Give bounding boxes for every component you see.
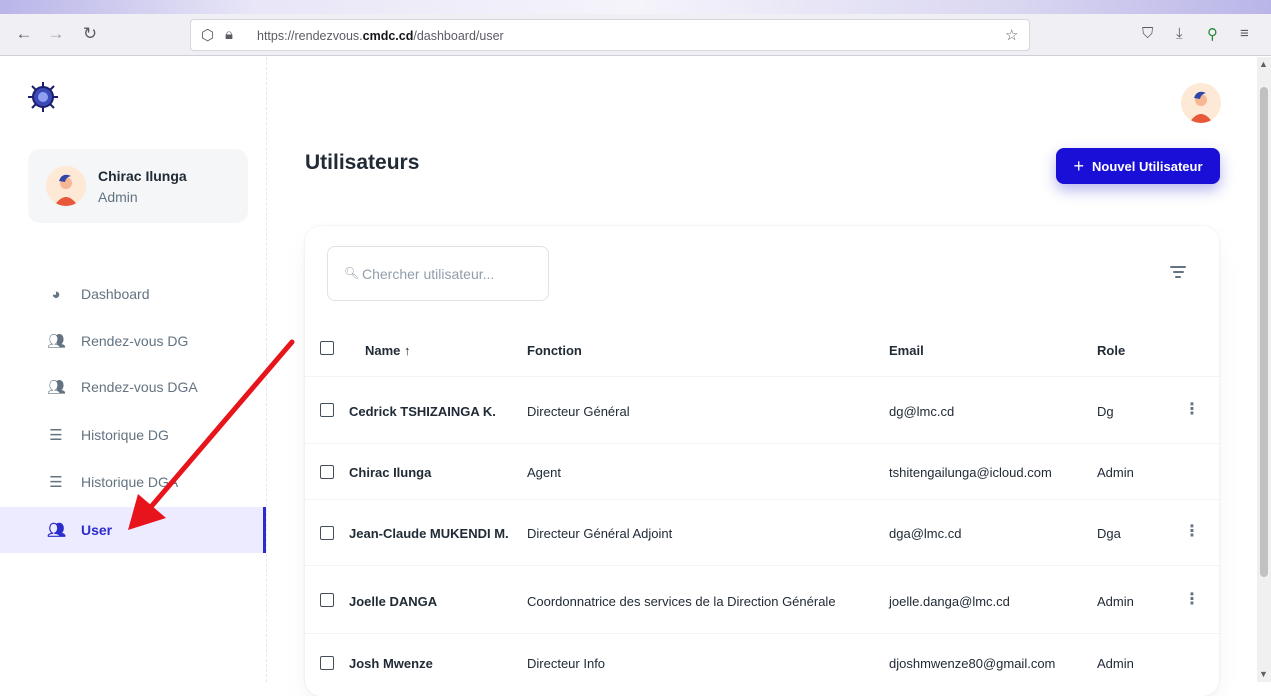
search-icon: 🔍︎ — [344, 266, 360, 280]
row-fonction: Directeur Général — [527, 404, 630, 419]
url-bar[interactable]: ⬡ 🔒︎ https://rendezvous.cmdc.cd/dashboar… — [190, 19, 1030, 51]
download-icon[interactable]: ⤓ — [1176, 25, 1183, 42]
row-email: dga@lmc.cd — [889, 526, 962, 541]
hamburger-menu-icon[interactable]: ≡ — [1240, 25, 1249, 42]
row-checkbox[interactable] — [320, 403, 334, 417]
row-name: Joelle DANGA — [349, 594, 438, 609]
row-role: Admin — [1097, 465, 1134, 480]
table-row[interactable]: Joelle DANGA Coordonnatrice des services… — [305, 566, 1219, 634]
row-checkbox[interactable] — [320, 465, 334, 479]
sidebar-item-label: Rendez-vous DG — [81, 333, 189, 349]
reload-icon[interactable]: ↻ — [80, 24, 100, 44]
sidebar-item-dashboard[interactable]: ◕ Dashboard — [0, 271, 266, 317]
sidebar-item-rendez-vous-dg[interactable]: 👥︎ Rendez-vous DG — [0, 318, 266, 364]
table-row[interactable]: Chirac Ilunga Agent tshitengailunga@iclo… — [305, 444, 1219, 500]
list-icon: ☰ — [49, 474, 63, 491]
row-email: joelle.danga@lmc.cd — [889, 594, 1010, 609]
row-email: djoshmwenze80@gmail.com — [889, 656, 1056, 671]
row-role: Admin — [1097, 656, 1134, 671]
account-card[interactable]: Chirac Ilunga Admin — [28, 149, 248, 223]
row-checkbox[interactable] — [320, 593, 334, 607]
row-checkbox[interactable] — [320, 656, 334, 670]
table-header: Name ↑ Fonction Email Role — [305, 323, 1219, 377]
people-icon: 👥︎ — [47, 379, 67, 396]
row-checkbox[interactable] — [320, 526, 334, 540]
extension-icon[interactable]: ⚲ — [1207, 25, 1218, 43]
column-header-fonction[interactable]: Fonction — [527, 343, 582, 358]
sidebar-item-historique-dg[interactable]: ☰ Historique DG — [0, 412, 266, 458]
pocket-icon[interactable]: ⛉ — [1142, 25, 1153, 42]
row-fonction: Directeur Info — [527, 656, 606, 671]
scroll-down-icon[interactable]: ▼ — [1259, 669, 1268, 679]
row-fonction: Coordonnatrice des services de la Direct… — [527, 594, 836, 609]
browser-toolbar: ← → ↻ ⬡ 🔒︎ https://rendezvous.cmdc.cd/da… — [0, 0, 1271, 56]
column-header-name[interactable]: Name ↑ — [365, 343, 411, 358]
logo-icon — [28, 82, 58, 112]
row-email: dg@lmc.cd — [889, 404, 955, 419]
sidebar-item-label: Dashboard — [81, 286, 150, 302]
people-icon: 👥︎ — [47, 333, 67, 350]
sidebar: Chirac Ilunga Admin ◕ Dashboard 👥︎ Rende… — [0, 57, 267, 682]
more-vertical-icon[interactable]: ⋮ — [1184, 402, 1200, 418]
column-header-role[interactable]: Role — [1097, 343, 1125, 358]
row-role: Admin — [1097, 594, 1134, 609]
page-title: Utilisateurs — [305, 151, 420, 174]
row-name: Chirac Ilunga — [349, 465, 432, 480]
people-icon: 👥︎ — [47, 522, 67, 539]
select-all-checkbox[interactable] — [320, 341, 334, 355]
plus-icon: + — [1073, 155, 1084, 176]
row-name: Jean-Claude MUKENDI M. — [349, 526, 509, 541]
sidebar-item-label: Historique DGA — [81, 474, 179, 490]
user-avatar[interactable] — [1181, 83, 1221, 123]
url-text: https://rendezvous.cmdc.cd/dashboard/use… — [257, 29, 504, 43]
table-row[interactable]: Cedrick TSHIZAINGA K. Directeur Général … — [305, 377, 1219, 444]
scrollbar-thumb[interactable] — [1260, 87, 1268, 577]
sidebar-item-label: User — [81, 522, 113, 538]
column-header-email[interactable]: Email — [889, 343, 924, 358]
row-fonction: Agent — [527, 465, 561, 480]
row-name: Cedrick TSHIZAINGA K. — [349, 404, 496, 419]
sidebar-item-label: Historique DG — [81, 427, 169, 443]
new-user-button-label: Nouvel Utilisateur — [1091, 158, 1203, 174]
filter-icon[interactable] — [1170, 266, 1186, 280]
lock-icon[interactable]: 🔒︎ — [225, 26, 233, 43]
browser-tab-strip — [0, 0, 1271, 14]
list-icon: ☰ — [49, 427, 63, 444]
pie-chart-icon: ◕ — [51, 285, 61, 303]
sidebar-item-user[interactable]: 👥︎ User — [0, 507, 266, 553]
row-email: tshitengailunga@icloud.com — [889, 465, 1052, 480]
users-table-card: 🔍︎ Name ↑ Fonction Email Role Cedrick TS… — [305, 226, 1219, 696]
back-arrow-icon[interactable]: ← — [14, 24, 34, 44]
avatar — [46, 166, 86, 206]
shield-icon: ⬡ — [201, 27, 215, 44]
account-name: Chirac Ilunga — [98, 168, 187, 184]
search-box[interactable]: 🔍︎ — [327, 246, 549, 301]
scroll-up-icon[interactable]: ▲ — [1259, 59, 1268, 69]
table-row[interactable]: Jean-Claude MUKENDI M. Directeur Général… — [305, 500, 1219, 566]
forward-arrow-icon[interactable]: → — [46, 24, 66, 44]
more-vertical-icon[interactable]: ⋮ — [1184, 524, 1200, 540]
sort-arrow-up-icon: ↑ — [404, 343, 411, 358]
sidebar-item-label: Rendez-vous DGA — [81, 379, 198, 395]
sidebar-item-historique-dga[interactable]: ☰ Historique DGA — [0, 459, 266, 505]
account-role: Admin — [98, 189, 138, 205]
search-input[interactable] — [362, 263, 542, 285]
row-fonction: Directeur Général Adjoint — [527, 526, 673, 541]
star-icon[interactable]: ☆ — [1005, 26, 1018, 44]
row-role: Dga — [1097, 526, 1121, 541]
more-vertical-icon[interactable]: ⋮ — [1184, 592, 1200, 608]
new-user-button[interactable]: + Nouvel Utilisateur — [1056, 148, 1220, 184]
sidebar-item-rendez-vous-dga[interactable]: 👥︎ Rendez-vous DGA — [0, 364, 266, 410]
page-scrollbar[interactable]: ▲ ▼ — [1257, 57, 1271, 682]
row-role: Dg — [1097, 404, 1114, 419]
row-name: Josh Mwenze — [349, 656, 433, 671]
